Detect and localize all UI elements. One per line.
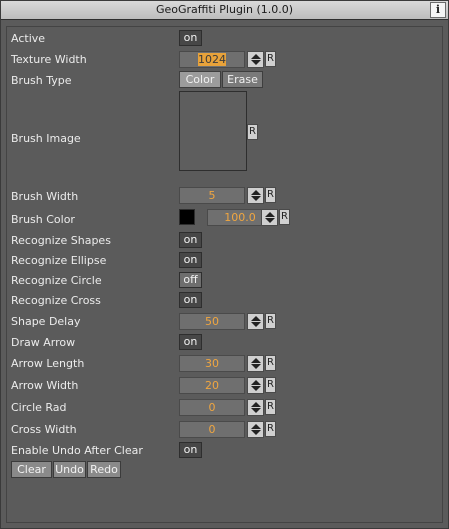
brush-width-input[interactable]: 5 [179,187,245,204]
active-toggle[interactable]: on [179,30,202,46]
arrow-width-label: Arrow Width [11,379,79,392]
spin-up-icon[interactable] [251,316,261,321]
spin-up-icon[interactable] [251,190,261,195]
redo-button[interactable]: Redo [87,461,121,478]
undo-button[interactable]: Undo [53,461,86,478]
brush-width-label: Brush Width [11,190,79,203]
arrow-width-input[interactable]: 20 [179,377,245,394]
draw-arrow-toggle[interactable]: on [179,334,202,350]
brush-type-label: Brush Type [11,74,72,87]
enable-undo-label: Enable Undo After Clear [11,444,143,457]
cross-width-spinner[interactable] [247,421,264,438]
spin-down-icon[interactable] [251,196,261,201]
spin-down-icon[interactable] [251,60,261,65]
brush-color-spinner[interactable] [261,209,278,226]
cross-width-label: Cross Width [11,423,77,436]
circle-rad-input[interactable]: 0 [179,399,245,416]
spin-up-icon[interactable] [251,424,261,429]
shape-delay-reset-button[interactable]: R [265,313,276,329]
brush-type-erase-option[interactable]: Erase [222,71,263,88]
spin-down-icon[interactable] [251,322,261,327]
texture-width-selected-digit: 1 [198,53,205,66]
arrow-length-label: Arrow Length [11,357,85,370]
spin-down-icon[interactable] [251,386,261,391]
brush-width-reset-button[interactable]: R [265,187,276,203]
recognize-circle-toggle[interactable]: off [179,272,202,288]
recognize-shapes-toggle[interactable]: on [179,232,202,248]
spin-up-icon[interactable] [251,54,261,59]
spin-up-icon[interactable] [251,402,261,407]
brush-image-reset-button[interactable]: R [247,124,258,140]
spin-up-icon[interactable] [251,380,261,385]
window-title: GeoGraffiti Plugin (1.0.0) [155,3,294,16]
cross-width-input[interactable]: 0 [179,421,245,438]
recognize-shapes-label: Recognize Shapes [11,234,111,247]
clear-button[interactable]: Clear [11,461,52,478]
brush-color-swatch[interactable] [179,209,195,225]
texture-width-digits: 024 [205,53,226,66]
texture-width-spinner[interactable] [247,51,264,68]
brush-width-spinner[interactable] [247,187,264,204]
plugin-window: GeoGraffiti Plugin (1.0.0) i Active on T… [0,0,449,529]
draw-arrow-label: Draw Arrow [11,336,76,349]
circle-rad-reset-button[interactable]: R [265,399,276,415]
arrow-width-spinner[interactable] [247,377,264,394]
arrow-width-reset-button[interactable]: R [265,377,276,393]
shape-delay-spinner[interactable] [247,313,264,330]
arrow-length-spinner[interactable] [247,355,264,372]
circle-rad-label: Circle Rad [11,401,67,414]
brush-image-slot[interactable] [179,91,247,171]
arrow-length-input[interactable]: 30 [179,355,245,372]
title-bar: GeoGraffiti Plugin (1.0.0) i [1,1,448,20]
texture-width-input[interactable]: 1024 [179,51,245,68]
recognize-cross-label: Recognize Cross [11,294,101,307]
brush-image-label: Brush Image [11,132,81,145]
recognize-ellipse-toggle[interactable]: on [179,252,202,268]
circle-rad-spinner[interactable] [247,399,264,416]
spin-down-icon[interactable] [251,364,261,369]
brush-type-color-option[interactable]: Color [179,71,221,88]
cross-width-reset-button[interactable]: R [265,421,276,437]
recognize-ellipse-label: Recognize Ellipse [11,254,107,267]
spin-down-icon[interactable] [265,218,275,223]
brush-color-reset-button[interactable]: R [279,209,290,225]
info-button[interactable]: i [430,2,446,18]
spin-down-icon[interactable] [251,408,261,413]
shape-delay-input[interactable]: 50 [179,313,245,330]
recognize-cross-toggle[interactable]: on [179,292,202,308]
spin-up-icon[interactable] [265,212,275,217]
texture-width-reset-button[interactable]: R [265,51,276,67]
enable-undo-toggle[interactable]: on [179,442,202,458]
shape-delay-label: Shape Delay [11,315,81,328]
texture-width-label: Texture Width [11,53,87,66]
active-label: Active [11,32,46,45]
arrow-length-reset-button[interactable]: R [265,355,276,371]
recognize-circle-label: Recognize Circle [11,274,102,287]
brush-color-label: Brush Color [11,213,75,226]
spin-down-icon[interactable] [251,430,261,435]
spin-up-icon[interactable] [251,358,261,363]
